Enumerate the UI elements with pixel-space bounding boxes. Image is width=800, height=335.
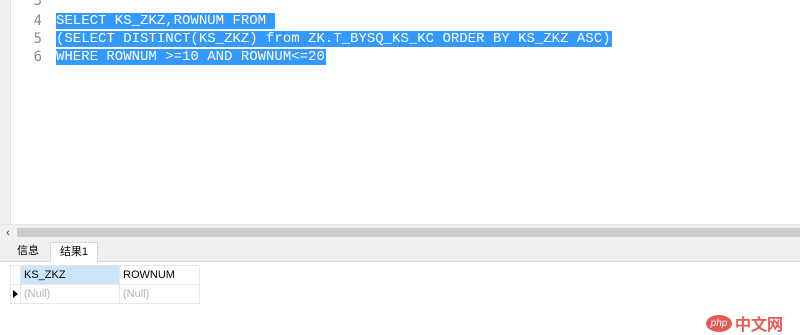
column-header-rownum[interactable]: ROWNUM [119,265,200,285]
scroll-left-arrow-icon[interactable]: ‹ [0,225,16,240]
result-grid-panel: KS_ZKZ ROWNUM (Null) (Null) [0,262,800,325]
line-number: 5 [33,31,42,47]
line-number: 6 [33,49,42,65]
watermark: php 中文网 [706,311,783,335]
selected-text: SELECT KS_ZKZ,ROWNUM FROM [56,13,276,29]
table-cell[interactable]: (Null) [20,284,120,304]
editor-left-margin [0,0,11,224]
php-logo-icon: php [706,314,732,332]
sql-editor[interactable]: 3 4 5 6 SELECT KS_ZKZ,ROWNUM FROM (SELEC… [0,0,800,224]
line-number: 4 [33,13,42,29]
code-line[interactable]: (SELECT DISTINCT(KS_ZKZ) from ZK.T_BYSQ_… [56,30,612,48]
table-cell[interactable]: (Null) [119,284,200,304]
horizontal-scrollbar[interactable]: ‹ [0,224,800,240]
table-row[interactable]: (Null) (Null) [10,284,200,304]
result-tabs: 信息 结果1 [0,240,800,263]
line-number: 3 [33,0,42,9]
column-header-ks-zkz[interactable]: KS_ZKZ [20,265,120,285]
header-row: KS_ZKZ ROWNUM [10,265,200,285]
selected-text: WHERE ROWNUM >=10 AND ROWNUM<=20 [56,49,326,65]
current-row-pointer-icon [13,290,18,298]
selected-text: (SELECT DISTINCT(KS_ZKZ) from ZK.T_BYSQ_… [56,31,612,47]
tab-result-1[interactable]: 结果1 [50,242,98,263]
line-number-gutter: 3 4 5 6 [11,0,47,224]
tab-info[interactable]: 信息 [10,242,46,262]
scroll-thumb[interactable] [17,228,800,237]
code-line[interactable]: SELECT KS_ZKZ,ROWNUM FROM [56,12,276,30]
row-selector[interactable] [10,284,21,304]
row-header-corner [10,265,21,285]
result-grid: KS_ZKZ ROWNUM (Null) (Null) [10,265,200,304]
watermark-text: 中文网 [735,317,784,334]
code-line[interactable]: WHERE ROWNUM >=10 AND ROWNUM<=20 [56,48,326,66]
